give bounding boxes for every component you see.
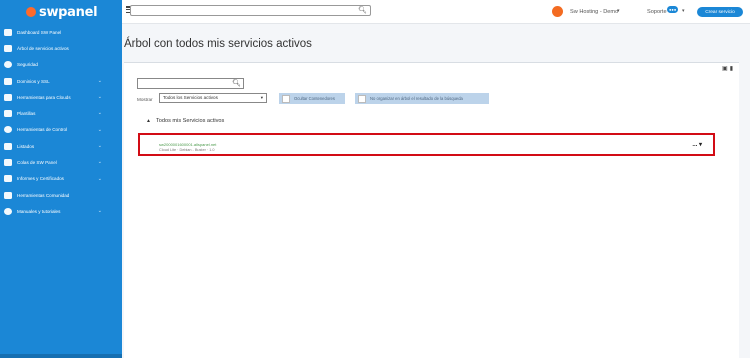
collapse-triangle-icon[interactable]: ▲: [146, 118, 151, 124]
sidebar-item[interactable]: Herramientas de Control ⌄: [0, 122, 122, 138]
mostrar-label: Mostrar: [137, 97, 153, 102]
chevron-down-icon[interactable]: ⌄: [98, 127, 102, 133]
hide-containers-label: Ocultar Contenedores: [294, 96, 335, 101]
mostrar-selected-value: Todos los Servicios activos: [163, 95, 218, 100]
sidebar-item[interactable]: Listados ⌄: [0, 138, 122, 154]
shield-icon: [4, 61, 12, 69]
chevron-down-icon[interactable]: ⌄: [98, 143, 102, 149]
services-panel: ▣ ▮ 🔍︎ Mostrar Todos los Servicios activ…: [124, 62, 739, 358]
select-chevron-down-icon: ▾: [260, 95, 263, 100]
expand-icon[interactable]: ▣: [722, 65, 728, 72]
document-icon[interactable]: ▮: [730, 65, 733, 72]
chevron-down-icon[interactable]: ⌄: [98, 159, 102, 165]
search-icon[interactable]: 🔍︎: [358, 6, 367, 14]
support-badge: ●●●: [667, 6, 679, 13]
file-icon: [4, 110, 12, 118]
mostrar-select[interactable]: Todos los Servicios activos ▾: [159, 93, 267, 103]
sidebar-item[interactable]: Dashboard SW Panel: [0, 24, 122, 40]
no-tree-toggle[interactable]: No organizar en árbol el resultado de la…: [355, 93, 489, 104]
sidebar-item[interactable]: Seguridad: [0, 57, 122, 73]
chevron-down-icon[interactable]: ⌄: [98, 110, 102, 116]
sidebar-item-label: Informes y Certificados: [17, 176, 64, 182]
service-actions-menu[interactable]: ... ▾: [692, 141, 702, 148]
no-tree-label: No organizar en árbol el resultado de la…: [370, 96, 463, 101]
search-icon[interactable]: 🔍︎: [232, 79, 241, 87]
support-chevron-down-icon[interactable]: ▾: [682, 8, 685, 14]
sidebar-item[interactable]: Herramientas para Clouds ⌄: [0, 89, 122, 105]
chevron-down-icon[interactable]: ⌄: [98, 94, 102, 100]
sidebar: swpanel Dashboard SW Panel Árbol de servi…: [0, 0, 122, 358]
tree-icon: [4, 44, 12, 52]
sidebar-item[interactable]: Plantillas ⌄: [0, 105, 122, 121]
chevron-down-icon[interactable]: ⌄: [98, 208, 102, 214]
community-icon: [4, 191, 12, 199]
sidebar-item-label: Herramientas Comunidad: [17, 192, 70, 198]
sidebar-item-label: Árbol de servicios activos: [17, 45, 69, 51]
report-icon: [4, 175, 12, 183]
sidebar-item-label: Listados: [17, 143, 35, 149]
help-icon: [4, 207, 12, 215]
chevron-down-icon[interactable]: ⌄: [98, 78, 102, 84]
globe-icon: [4, 77, 12, 85]
checkbox-icon[interactable]: [358, 94, 366, 103]
sidebar-item[interactable]: Informes y Certificados ⌄: [0, 171, 122, 187]
hide-containers-toggle[interactable]: Ocultar Contenedores: [279, 93, 345, 104]
sidebar-item[interactable]: Manuales y tutoriales ⌄: [0, 203, 122, 219]
tree-root-node[interactable]: ▲ Todos mis Servicios activos: [146, 118, 224, 124]
sidebar-item-label: Dominios y SSL: [17, 78, 50, 84]
sidebar-item-label: Seguridad: [17, 62, 38, 68]
support-link[interactable]: Soporte: [647, 9, 667, 15]
sidebar-item[interactable]: Colas de SW Panel ⌄: [0, 154, 122, 170]
sidebar-item-label: Manuales y tutoriales: [17, 208, 61, 214]
sidebar-item-label: Plantillas: [17, 111, 36, 117]
sidebar-item-label: Herramientas para Clouds: [17, 94, 71, 100]
sidebar-item-label: Colas de SW Panel: [17, 160, 57, 166]
dashboard-icon: [4, 28, 12, 36]
service-row[interactable]: sw2000001600001.allspanel.net Cloud Lite…: [138, 133, 715, 156]
service-domain-link[interactable]: sw2000001600001.allspanel.net: [159, 142, 216, 147]
global-search-input[interactable]: 🔍︎: [130, 5, 371, 16]
cloud-toolbox-icon: [4, 93, 12, 101]
tree-search-input[interactable]: 🔍︎: [137, 78, 244, 89]
page-title: Árbol con todos mis servicios activos: [124, 38, 312, 50]
checkbox-icon[interactable]: [282, 94, 290, 103]
sidebar-menu: Dashboard SW Panel Árbol de servicios act…: [0, 24, 122, 220]
sidebar-item[interactable]: Árbol de servicios activos: [0, 40, 122, 56]
gauge-icon: [4, 126, 12, 134]
sidebar-item-label: Dashboard SW Panel: [17, 29, 62, 35]
brand-name: swpanel: [39, 4, 98, 20]
sidebar-item[interactable]: Herramientas Comunidad: [0, 187, 122, 203]
sidebar-item-label: Herramientas de Control: [17, 127, 68, 133]
sidebar-footer: [0, 354, 122, 358]
logo-mark-icon: [26, 7, 36, 17]
chevron-down-icon[interactable]: ⌄: [98, 176, 102, 182]
queue-icon: [4, 159, 12, 167]
sidebar-item[interactable]: Dominios y SSL ⌄: [0, 73, 122, 89]
create-service-button[interactable]: Crear servicio: [697, 7, 743, 17]
panel-toolbar: ▣ ▮: [722, 65, 733, 72]
service-meta: Cloud Lite · Debian - Buster · 1.0: [159, 148, 215, 152]
account-chevron-down-icon[interactable]: ▾: [617, 8, 620, 14]
tree-root-label: Todos mis Servicios activos: [155, 118, 225, 124]
brand-logo[interactable]: swpanel: [0, 0, 122, 24]
list-icon: [4, 142, 12, 150]
topbar: 🔍︎ Sw Hosting - Demo ▾ Soporte ●●● ▾ Cre…: [122, 0, 750, 24]
account-avatar[interactable]: [552, 6, 563, 17]
account-label[interactable]: Sw Hosting - Demo: [570, 9, 618, 15]
